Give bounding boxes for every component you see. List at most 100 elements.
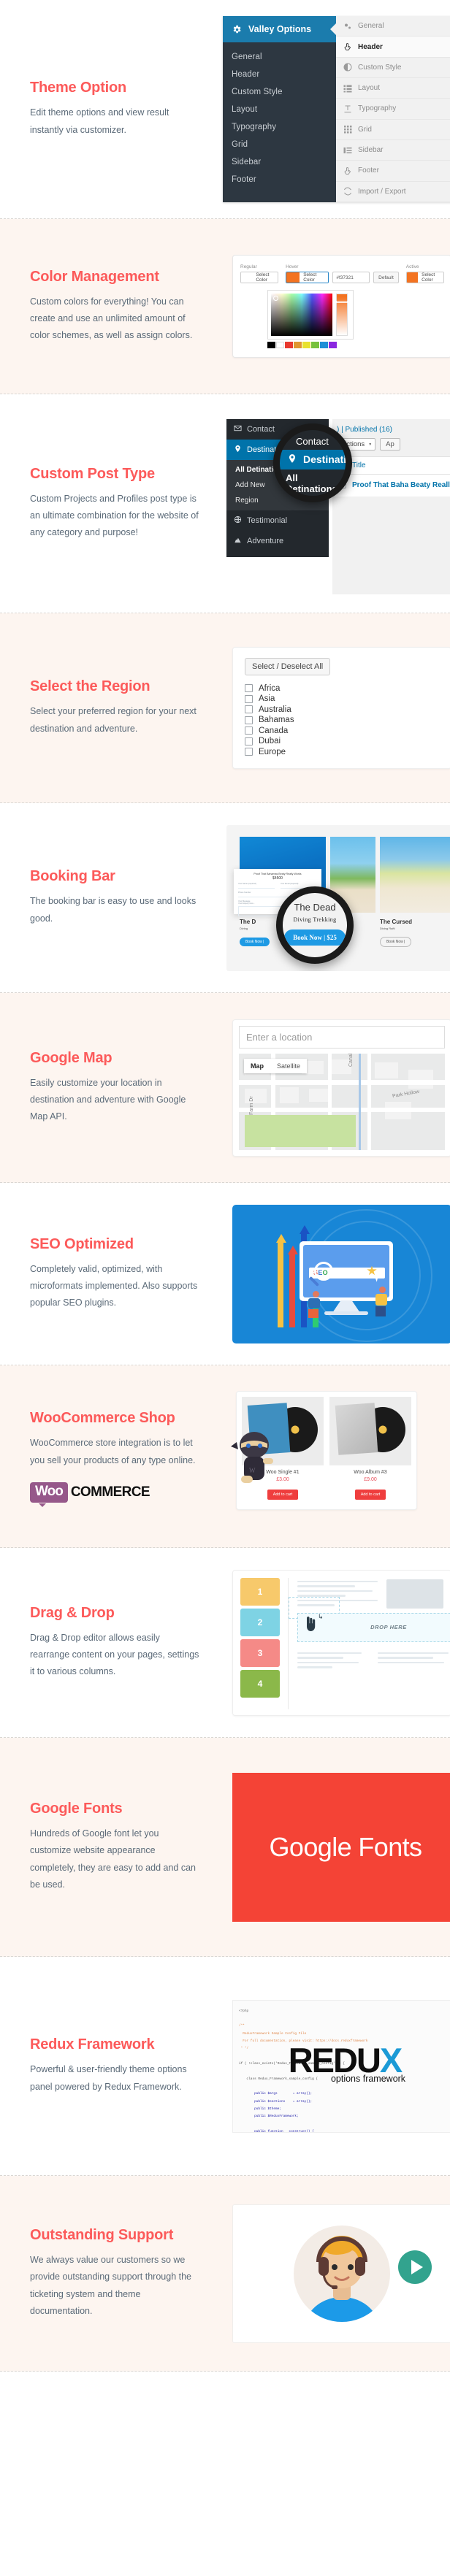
map-road [239,1107,445,1112]
post-title-link[interactable]: Proof That Baha Beaty Really Wo [352,480,450,491]
redux-option-label: Header [358,42,383,51]
redux-menu-item[interactable]: Sidebar [223,153,336,171]
picker-handle[interactable] [273,296,278,301]
code-line: public $args = array(); [239,2092,313,2096]
feature-section-google-map: Google Map Easily customize your locatio… [0,993,450,1183]
hex-value-field[interactable]: #f37321 [332,272,370,283]
region-checkbox[interactable] [245,716,253,724]
sidebar-icon [343,146,352,155]
code-line: public $ReduxFramework; [239,2115,299,2119]
redux-option-header[interactable]: Header [336,37,450,58]
preset-swatch[interactable] [294,342,302,348]
wp-menu-testimonial[interactable]: Testimonial [226,510,329,531]
map-type-toggle[interactable]: Map Satellite [244,1058,308,1073]
wp-menu-label: Adventure [247,536,284,545]
preset-swatch[interactable] [320,342,328,348]
select-color-label: Select Color [252,272,278,283]
map-type-satellite[interactable]: Satellite [270,1058,308,1073]
draggable-block-3[interactable]: 3 [240,1638,280,1667]
feature-text-column: SEO Optimized Completely valid, optimize… [0,1236,219,1311]
redux-option-import-export[interactable]: Import / Export [336,182,450,202]
redux-option-custom-style[interactable]: Custom Style [336,58,450,79]
map-canvas[interactable]: Map Satellite Canal Trail Park Hollow Fa… [239,1053,445,1150]
redux-menu-item[interactable]: Layout [223,101,336,118]
redux-option-label: Grid [358,125,372,134]
map-type-map[interactable]: Map [244,1058,270,1073]
region-checkbox[interactable] [245,737,253,745]
hue-handle[interactable] [336,301,348,303]
redux-menu-item[interactable]: Grid [223,136,336,153]
preset-swatch[interactable] [302,342,310,348]
region-checkbox[interactable] [245,694,253,703]
redux-menu-item[interactable]: Typography [223,118,336,136]
redux-menu-item[interactable]: Header [223,66,336,83]
preset-swatch[interactable] [276,342,284,348]
redux-option-grid[interactable]: Grid [336,120,450,140]
select-color-button-hover[interactable]: Select Color [286,272,329,283]
draggable-block-2[interactable]: 2 [240,1608,280,1636]
preset-swatch[interactable] [329,342,337,348]
region-checkbox[interactable] [245,705,253,713]
region-list-item[interactable]: Canada [245,727,439,735]
preset-swatch[interactable] [311,342,319,348]
map-park-area [245,1114,356,1147]
google-map-panel: Enter a location Map Satellite Canal Tra… [232,1019,450,1157]
draggable-block-4[interactable]: 4 [240,1669,280,1698]
region-list-item[interactable]: Africa [245,684,439,693]
region-list-item[interactable]: Europe [245,748,439,756]
color-picker-widget[interactable] [267,290,354,340]
feature-image-column: Proof That Bahamas Beaty Really Works $4… [219,803,450,992]
add-to-cart-button[interactable]: Add to cart [354,1489,386,1500]
book-now-button[interactable]: Book Now | [240,937,270,946]
item-name: The Cursed [380,918,413,925]
redux-option-typography[interactable]: Typography [336,99,450,120]
column-header-title[interactable]: Title [352,461,366,469]
select-color-button-active[interactable]: Select Color [405,272,444,283]
default-button[interactable]: Default [373,272,399,283]
redux-option-general[interactable]: General [336,16,450,37]
feature-section-outstanding-support: Outstanding Support We always value our … [0,2176,450,2372]
play-button[interactable] [398,2250,432,2284]
color-group-label: Regular [240,264,257,269]
map-block [245,1088,267,1103]
editor-content-lower-left [297,1649,367,1671]
redux-menu-item[interactable]: Footer [223,171,336,188]
feature-section-booking-bar: Booking Bar The booking bar is easy to u… [0,803,450,993]
preset-swatches[interactable] [267,342,443,348]
apply-button[interactable]: Ap [380,437,400,451]
wp-menu-adventure[interactable]: Adventure [226,531,329,551]
loupe-book-now-button[interactable]: Book Now | $25 [284,929,346,946]
product-card[interactable]: Woo Album #3 £9.00 Add to cart [329,1396,411,1504]
select-color-button-regular[interactable]: Select Color [240,272,279,283]
region-checkbox[interactable] [245,727,253,735]
region-list-item[interactable]: Asia [245,694,439,703]
book-now-button[interactable]: Book Now | [380,936,412,947]
preset-swatch[interactable] [267,342,275,348]
feature-text-column: Custom Post Type Custom Projects and Pro… [0,466,219,541]
region-list-item[interactable]: Bahamas [245,716,439,724]
svg-text:W: W [249,1467,256,1474]
editor-content-lower [378,1649,450,1667]
region-list-item[interactable]: Australia [245,705,439,714]
location-search-input[interactable]: Enter a location [239,1025,445,1049]
feature-section-custom-post-type: Custom Post Type Custom Projects and Pro… [0,394,450,613]
product-name: Woo Album #3 [354,1469,387,1475]
add-to-cart-button[interactable]: Add to cart [267,1489,299,1500]
select-deselect-all-button[interactable]: Select / Deselect All [245,658,331,675]
redux-option-layout[interactable]: Layout [336,78,450,99]
region-checkbox[interactable] [245,684,253,692]
feature-title: Outstanding Support [30,2227,174,2244]
redux-option-footer[interactable]: Footer [336,161,450,182]
redux-menu-item[interactable]: Custom Style [223,83,336,101]
form-field-line[interactable] [238,887,275,889]
redux-menu-item[interactable]: General [223,48,336,66]
feature-image-column: Google Fonts [219,1738,450,1956]
hue-slider[interactable] [336,294,348,336]
region-checkbox[interactable] [245,748,253,756]
region-list-item[interactable]: Dubai [245,737,439,745]
region-label: Dubai [259,737,281,745]
draggable-block-1[interactable]: 1 [240,1577,280,1606]
redux-option-sidebar[interactable]: Sidebar [336,140,450,161]
preset-swatch[interactable] [285,342,293,348]
saturation-area[interactable] [271,294,332,336]
